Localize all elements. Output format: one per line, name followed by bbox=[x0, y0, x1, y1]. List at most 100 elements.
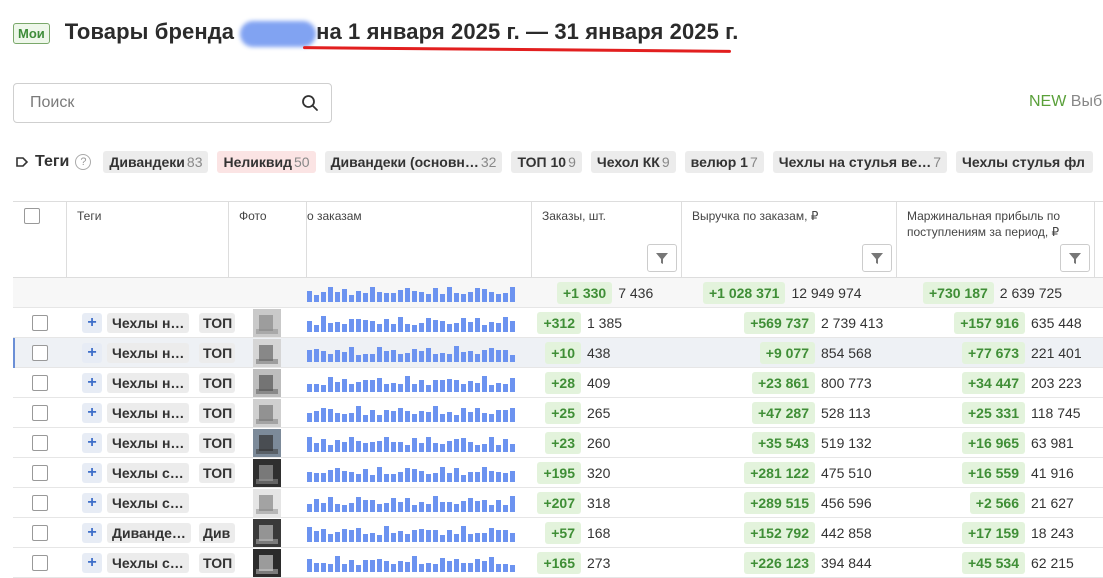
table-row[interactable]: + Чехлы с… ТОП +195 320 +281 122 475 510 +… bbox=[13, 458, 1103, 488]
product-photo[interactable] bbox=[253, 489, 281, 517]
row-checkbox[interactable] bbox=[32, 315, 48, 331]
table-row[interactable]: + Чехлы н… ТОП +23 260 +35 543 519 132 +16… bbox=[13, 428, 1103, 458]
margin-value: 203 223 bbox=[1031, 375, 1082, 391]
table-row[interactable]: + Чехлы с… +207 318 +289 515 456 596 +2 56… bbox=[13, 488, 1103, 518]
new-select-button[interactable]: NEW Выб bbox=[1029, 93, 1102, 111]
spark-bar bbox=[349, 347, 354, 362]
product-photo[interactable] bbox=[253, 459, 281, 487]
revenue-value: 854 568 bbox=[821, 345, 872, 361]
spark-bar bbox=[384, 319, 389, 332]
orders-cell: +312 1 385 bbox=[537, 308, 627, 338]
product-photo[interactable] bbox=[253, 369, 281, 397]
row-tag-2[interactable]: ТОП bbox=[199, 463, 235, 483]
table-row[interactable]: + Чехлы н… ТОП +25 265 +47 287 528 113 +25… bbox=[13, 398, 1103, 428]
row-tag-2[interactable]: ТОП bbox=[199, 343, 235, 363]
table-row[interactable]: + Чехлы н… ТОП +28 409 +23 861 800 773 +34… bbox=[13, 368, 1103, 398]
add-tag-button[interactable]: + bbox=[82, 463, 102, 483]
tag-chip[interactable]: Чехлы на стулья ве… 7 bbox=[772, 151, 947, 173]
my-badge[interactable]: Мои bbox=[13, 22, 50, 44]
spark-bar bbox=[461, 475, 466, 482]
table-row[interactable]: + Диванде… Див +57 168 +152 792 442 858 +1… bbox=[13, 518, 1103, 548]
row-checkbox[interactable] bbox=[32, 345, 48, 361]
row-tags-more: ТОП bbox=[199, 308, 235, 338]
tag-chip[interactable]: Дивандеки (основн… 32 bbox=[324, 151, 503, 173]
add-tag-button[interactable]: + bbox=[82, 553, 102, 573]
tag-chip[interactable]: Чехлы стулья фл bbox=[956, 151, 1093, 173]
revenue-filter-button[interactable] bbox=[862, 244, 892, 272]
row-checkbox[interactable] bbox=[32, 495, 48, 511]
product-photo[interactable] bbox=[253, 429, 281, 457]
row-tag-2[interactable]: ТОП bbox=[199, 433, 235, 453]
revenue-value: 528 113 bbox=[821, 405, 871, 421]
product-photo[interactable] bbox=[253, 339, 281, 367]
table-row[interactable]: + Чехлы с… ТОП +165 273 +226 123 394 844 +… bbox=[13, 548, 1103, 578]
header-revenue[interactable]: Выручка по заказам, ₽ bbox=[682, 202, 897, 278]
row-tag[interactable]: Диванде… bbox=[107, 523, 191, 543]
row-tag[interactable]: Чехлы н… bbox=[107, 433, 190, 453]
row-checkbox[interactable] bbox=[32, 375, 48, 391]
product-photo[interactable] bbox=[253, 309, 281, 337]
add-tag-button[interactable]: + bbox=[82, 493, 102, 513]
row-checkbox[interactable] bbox=[32, 525, 48, 541]
spark-bar bbox=[363, 380, 368, 392]
row-tag-2[interactable]: ТОП bbox=[199, 403, 235, 423]
select-all-checkbox[interactable] bbox=[24, 208, 40, 224]
header-orders-chart[interactable]: о заказам bbox=[307, 202, 532, 278]
row-checkbox[interactable] bbox=[32, 405, 48, 421]
row-tag[interactable]: Чехлы с… bbox=[107, 553, 189, 573]
add-tag-button[interactable]: + bbox=[82, 403, 102, 423]
spark-bar bbox=[356, 355, 361, 362]
add-tag-button[interactable]: + bbox=[82, 343, 102, 363]
add-tag-button[interactable]: + bbox=[82, 313, 102, 333]
row-tag-2[interactable]: ТОП bbox=[199, 373, 235, 393]
spark-bar bbox=[377, 535, 382, 542]
row-checkbox[interactable] bbox=[32, 435, 48, 451]
add-tag-button[interactable]: + bbox=[82, 373, 102, 393]
spark-bar bbox=[349, 503, 354, 512]
tag-chip[interactable]: Дивандеки 83 bbox=[103, 151, 209, 173]
search-box[interactable] bbox=[13, 83, 332, 123]
product-photo[interactable] bbox=[253, 519, 281, 547]
spark-bar bbox=[328, 409, 333, 422]
header-photo[interactable]: Фото bbox=[229, 202, 307, 278]
tag-chip[interactable]: ТОП 10 9 bbox=[511, 151, 582, 173]
spark-bar bbox=[370, 287, 375, 302]
row-tag-2[interactable]: ТОП bbox=[199, 553, 235, 573]
add-tag-button[interactable]: + bbox=[82, 433, 102, 453]
row-tag[interactable]: Чехлы н… bbox=[107, 373, 190, 393]
orders-sparkline bbox=[307, 496, 515, 512]
margin-value: 635 448 bbox=[1031, 315, 1082, 331]
header-tags[interactable]: Теги bbox=[67, 202, 229, 278]
row-tag[interactable]: Чехлы н… bbox=[107, 313, 190, 333]
row-checkbox[interactable] bbox=[32, 465, 48, 481]
spark-bar bbox=[321, 385, 326, 392]
add-tag-button[interactable]: + bbox=[82, 523, 102, 543]
tag-chip[interactable]: Чехол КК 9 bbox=[590, 151, 676, 173]
tag-chip[interactable]: велюр 17 bbox=[684, 151, 764, 173]
tag-chip[interactable]: Неликвид 50 bbox=[217, 151, 316, 173]
row-tag-2[interactable]: ТОП bbox=[199, 313, 235, 333]
orders-delta: +23 bbox=[545, 432, 581, 454]
row-tag-2[interactable]: Див bbox=[199, 523, 235, 543]
row-checkbox[interactable] bbox=[32, 555, 48, 571]
table-header: Теги Фото о заказам Заказы, шт. Выручка … bbox=[13, 202, 1103, 278]
row-tag[interactable]: Чехлы н… bbox=[107, 343, 190, 363]
margin-filter-button[interactable] bbox=[1060, 244, 1090, 272]
row-tag[interactable]: Чехлы с… bbox=[107, 493, 189, 513]
table-row[interactable]: + Чехлы н… ТОП +312 1 385 +569 737 2 739 4… bbox=[13, 308, 1103, 338]
margin-cell: +77 673 221 401 bbox=[962, 338, 1089, 368]
row-tag[interactable]: Чехлы н… bbox=[107, 403, 190, 423]
search-icon[interactable] bbox=[301, 94, 319, 112]
header-orders[interactable]: Заказы, шт. bbox=[532, 202, 682, 278]
help-icon[interactable]: ? bbox=[75, 154, 92, 170]
header-margin[interactable]: Маржинальная прибыль по поступлениям за … bbox=[897, 202, 1095, 278]
row-tag[interactable]: Чехлы с… bbox=[107, 463, 189, 483]
table-row[interactable]: + Чехлы н… ТОП +10 438 +9 077 854 568 +77 … bbox=[13, 338, 1103, 368]
search-input[interactable] bbox=[30, 94, 301, 112]
product-photo[interactable] bbox=[253, 399, 281, 427]
orders-filter-button[interactable] bbox=[647, 244, 677, 272]
margin-value: 63 981 bbox=[1031, 435, 1074, 451]
row-tags: Чехлы н… bbox=[107, 428, 190, 458]
product-photo[interactable] bbox=[253, 549, 281, 577]
spark-bar bbox=[314, 384, 319, 392]
